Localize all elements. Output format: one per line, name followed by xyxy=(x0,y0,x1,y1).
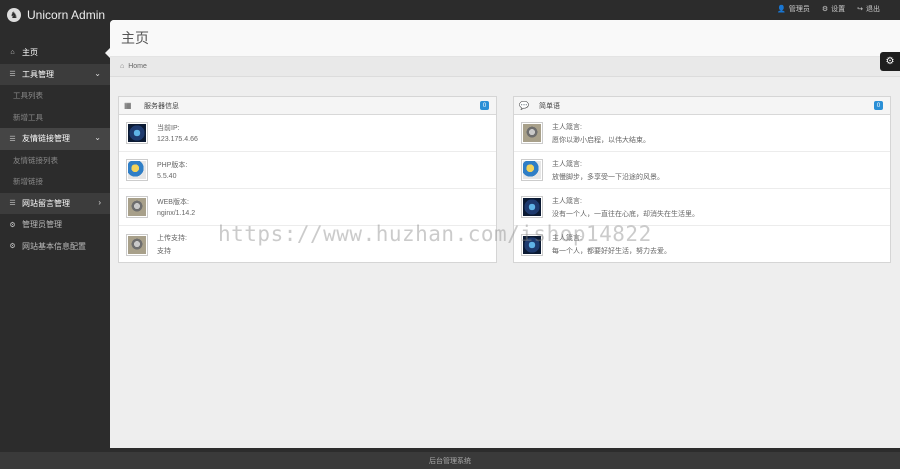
list-item: 上传支持: 支持 xyxy=(119,226,496,263)
share-icon: ↪ xyxy=(857,6,863,13)
list-item: 主人箴言: 放慢脚步，多享受一下沿途的风景。 xyxy=(514,152,890,189)
sidebar-item-tool-management[interactable]: ☰ 工具管理 ⌄ xyxy=(0,63,110,85)
item-label: PHP版本: xyxy=(157,162,188,169)
footer: 后台管理系统 xyxy=(0,452,900,469)
gear-icon: ⚙ xyxy=(9,221,16,229)
sidebar-item-label: 主页 xyxy=(22,48,38,58)
style-switcher-button[interactable]: ⚙ xyxy=(880,52,900,71)
count-badge: 0 xyxy=(874,101,883,110)
home-icon: ⌂ xyxy=(10,49,15,57)
item-value: 5.5.40 xyxy=(157,173,177,180)
list-icon: ☰ xyxy=(9,135,16,143)
list-icon: ☰ xyxy=(9,71,16,79)
sidebar: ⌂ 主页 ☰ 工具管理 ⌄ 工具列表 新增工具 ☰ 友情链接管理 ⌄ 友情链接列… xyxy=(0,42,110,452)
sidebar-item-add-tool[interactable]: 新增工具 xyxy=(0,106,110,128)
item-value: 支持 xyxy=(157,248,171,255)
logout-link[interactable]: ↪ 退出 xyxy=(857,4,880,14)
item-value: 123.175.4.66 xyxy=(157,136,198,143)
item-value: 每一个人，都要好好生活，努力去爱。 xyxy=(552,248,671,255)
item-value: 愿你以渺小启程，以伟大结束。 xyxy=(552,136,650,144)
widget-title-bar: ▦ 服务器信息 0 xyxy=(119,97,496,115)
avatar xyxy=(126,196,148,218)
list-item: WEB版本: nginx/1.14.2 xyxy=(119,189,496,226)
top-bar: ♞ Unicorn Admin 👤 管理员 ⚙ 设置 ↪ 退出 xyxy=(0,0,900,22)
sidebar-item-label: 工具列表 xyxy=(13,91,43,101)
top-links: 👤 管理员 ⚙ 设置 ↪ 退出 xyxy=(777,4,880,14)
content-header: 主页 xyxy=(110,20,900,57)
widget-title: 简单语 xyxy=(539,102,560,110)
item-value: nginx/1.14.2 xyxy=(157,210,196,217)
avatar xyxy=(521,159,543,181)
cog-icon: ⚙ xyxy=(821,6,829,13)
item-value: 没有一个人，一直往在心底，却消失在生活里。 xyxy=(552,210,699,218)
sidebar-item-label: 新增工具 xyxy=(13,112,43,122)
avatar xyxy=(521,233,543,256)
sidebar-item-label: 友情链接管理 xyxy=(22,134,70,144)
sidebar-item-label: 友情链接列表 xyxy=(13,155,58,165)
widget-title: 服务器信息 xyxy=(144,102,179,110)
item-label: 当前IP: xyxy=(157,125,180,132)
sidebar-item-link-list[interactable]: 友情链接列表 xyxy=(0,149,110,171)
server-info-widget: ▦ 服务器信息 0 当前IP: 123.175.4.66 PHP版本: 5.5.40… xyxy=(118,96,497,263)
widget-title-bar: 💬 简单语 0 xyxy=(514,97,890,115)
list-item: 主人箴言: 愿你以渺小启程，以伟大结束。 xyxy=(514,115,890,152)
logout-link-label: 退出 xyxy=(866,6,880,13)
settings-link-label: 设置 xyxy=(831,6,846,13)
item-label: 主人箴言: xyxy=(552,235,582,242)
count-badge: 0 xyxy=(480,101,489,110)
breadcrumb-home[interactable]: Home xyxy=(128,63,147,70)
comments-icon: 💬 xyxy=(519,101,529,110)
user-icon: 👤 xyxy=(777,6,786,13)
unicorn-logo-icon: ♞ xyxy=(7,8,21,22)
user-link[interactable]: 👤 管理员 xyxy=(777,4,810,14)
chevron-down-icon: ⌄ xyxy=(94,68,101,78)
sidebar-item-label: 网站基本信息配置 xyxy=(22,241,86,251)
gear-icon: ⚙ xyxy=(9,243,16,251)
sidebar-item-tool-list[interactable]: 工具列表 xyxy=(0,85,110,107)
sidebar-item-home[interactable]: ⌂ 主页 xyxy=(0,42,110,64)
list-icon: ☰ xyxy=(9,200,16,208)
avatar xyxy=(521,196,543,218)
chevron-down-icon: ⌄ xyxy=(94,133,101,142)
quotes-widget: 💬 简单语 0 主人箴言: 愿你以渺小启程，以伟大结束。 主人箴言: 放慢脚步，多享… xyxy=(513,96,891,263)
sidebar-item-add-link[interactable]: 新增链接 xyxy=(0,171,110,193)
item-value: 放慢脚步，多享受一下沿途的风景。 xyxy=(552,173,664,181)
sidebar-item-label: 网站留言管理 xyxy=(22,198,70,208)
brand-name: Unicorn Admin xyxy=(27,8,106,22)
cogs-icon: ⚙ xyxy=(885,56,895,67)
list-item: 主人箴言: 每一个人，都要好好生活，努力去爱。 xyxy=(514,226,890,263)
list-item: 主人箴言: 没有一个人，一直往在心底，却消失在生活里。 xyxy=(514,189,890,226)
footer-text: 后台管理系统 xyxy=(429,457,471,465)
home-icon: ⌂ xyxy=(120,63,125,70)
server-icon: ▦ xyxy=(124,101,132,110)
sidebar-item-label: 管理员管理 xyxy=(22,220,62,230)
item-label: 上传支持: xyxy=(157,235,187,242)
item-label: 主人箴言: xyxy=(552,197,582,205)
avatar xyxy=(126,159,148,181)
list-item: PHP版本: 5.5.40 xyxy=(119,152,496,189)
avatar xyxy=(126,233,148,256)
main-content: 主页 ⌂ Home ▦ 服务器信息 0 当前IP: 123.175.4.66 PH… xyxy=(110,20,900,448)
avatar xyxy=(126,122,148,144)
user-link-label: 管理员 xyxy=(788,6,810,13)
item-label: 主人箴言: xyxy=(552,123,582,131)
item-label: 主人箴言: xyxy=(552,160,582,168)
avatar xyxy=(521,122,543,144)
sidebar-item-label: 工具管理 xyxy=(22,69,54,79)
sidebar-item-link-management[interactable]: ☰ 友情链接管理 ⌄ xyxy=(0,128,110,150)
sidebar-item-message-management[interactable]: ☰ 网站留言管理 › xyxy=(0,192,110,214)
breadcrumb: ⌂ Home xyxy=(110,57,900,77)
list-item: 当前IP: 123.175.4.66 xyxy=(119,115,496,152)
sidebar-item-label: 新增链接 xyxy=(13,177,43,187)
settings-link[interactable]: ⚙ 设置 xyxy=(822,4,845,14)
item-label: WEB版本: xyxy=(157,199,189,206)
sidebar-item-admin-management[interactable]: ⚙ 管理员管理 xyxy=(0,214,110,236)
chevron-right-icon: › xyxy=(98,197,101,207)
brand[interactable]: ♞ Unicorn Admin xyxy=(7,8,105,22)
sidebar-item-site-config[interactable]: ⚙ 网站基本信息配置 xyxy=(0,236,110,258)
page-title: 主页 xyxy=(121,30,149,46)
